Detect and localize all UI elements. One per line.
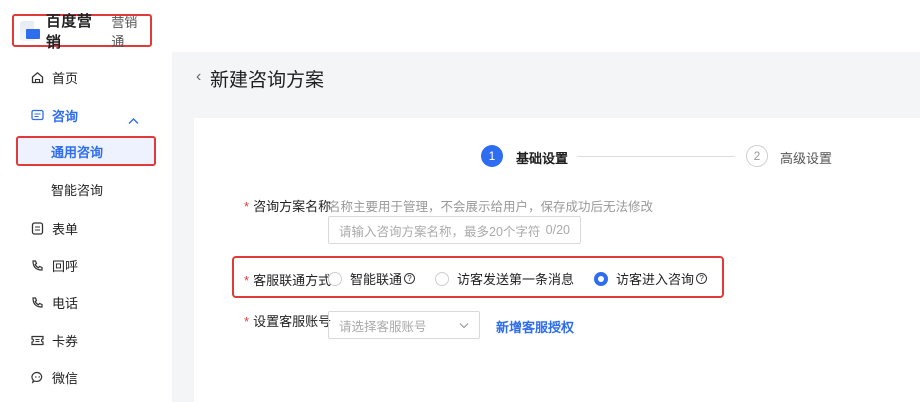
sidebar-item-label: 回呼 (52, 258, 79, 274)
sidebar-item-label: 卡券 (52, 333, 79, 349)
step-1-indicator: 1 (481, 145, 503, 167)
step-connector (577, 156, 735, 157)
radio-button[interactable] (435, 271, 450, 286)
sidebar-item-wechat[interactable]: 微信 (30, 367, 78, 387)
top-bar (172, 0, 920, 52)
logo-brand: 百度营销 (45, 12, 93, 51)
sidebar-item-coupon[interactable]: 卡券 (30, 330, 78, 350)
sidebar-item-label: 表单 (52, 221, 79, 237)
sidebar-subitem-label: 通用咨询 (51, 144, 104, 160)
help-icon[interactable]: ? (404, 273, 416, 284)
callback-icon (30, 258, 44, 272)
char-counter: 0/20 (545, 223, 570, 237)
select-placeholder: 请选择客服账号 (339, 319, 427, 334)
sidebar-subitem-label: 智能咨询 (51, 183, 104, 198)
chevron-down-icon (459, 318, 469, 332)
radio-button[interactable] (328, 271, 342, 286)
form-icon (30, 221, 44, 235)
plan-name-placeholder: 请输入咨询方案名称，最多20个字符 (339, 224, 541, 239)
chevron-up-icon[interactable] (128, 114, 139, 128)
wechat-icon (30, 370, 44, 384)
phone-icon (30, 295, 44, 309)
service-account-label: * 设置客服账号 (244, 314, 332, 329)
back-icon[interactable]: ‹ (196, 68, 201, 86)
sidebar-item-form[interactable]: 表单 (30, 218, 78, 238)
sidebar-item-label: 微信 (52, 370, 79, 386)
sidebar-item-label: 咨询 (52, 108, 79, 124)
sidebar-item-home[interactable]: 首页 (30, 67, 78, 87)
radio-enter-consult[interactable]: 访客进入咨询? (594, 269, 708, 288)
coupon-icon (30, 333, 44, 347)
help-icon[interactable]: ? (696, 273, 708, 284)
sidebar-item-label: 首页 (52, 70, 79, 86)
plan-name-label: * 咨询方案名称 (244, 199, 332, 214)
service-account-select[interactable]: 请选择客服账号 (328, 311, 480, 339)
sidebar-subitem-smart-consult[interactable]: 智能咨询 (51, 180, 103, 199)
form-card: 1 基础设置 2 高级设置 * 咨询方案名称 名称主要用于管理，不会展示给用户，保… (194, 118, 920, 402)
add-service-auth-link[interactable]: 新增客服授权 (496, 317, 574, 336)
contact-method-label: * 客服联通方式 (244, 273, 332, 288)
required-marker: * (244, 273, 250, 288)
step-1-label: 基础设置 (516, 151, 569, 166)
sidebar-item-callback[interactable]: 回呼 (30, 255, 78, 275)
chat-icon (30, 108, 44, 122)
required-marker: * (244, 314, 250, 329)
logo-product: 营销通 (111, 14, 138, 49)
required-marker: * (244, 199, 250, 214)
page-title: 新建咨询方案 (210, 70, 325, 91)
logo[interactable]: 百度营销 营销通 (12, 13, 152, 51)
step-2-indicator: 2 (746, 145, 768, 167)
step-2-label: 高级设置 (780, 151, 833, 166)
radio-button-checked[interactable] (594, 271, 609, 286)
sidebar-subitem-general-consult[interactable]: 通用咨询 (16, 136, 156, 166)
plan-name-input[interactable]: 请输入咨询方案名称，最多20个字符 0/20 (328, 216, 581, 244)
sidebar-item-phone[interactable]: 电话 (30, 292, 78, 312)
radio-smart-connect[interactable]: 智能联通? (328, 269, 416, 288)
sidebar-item-consult[interactable]: 咨询 (30, 105, 78, 125)
sidebar-item-label: 电话 (52, 295, 79, 311)
sidebar: 百度营销 营销通 首页 咨询 通用咨询 智能咨询 表单 回呼 电话 卡券 微信 (0, 0, 172, 402)
main-content: ‹ 新建咨询方案 1 基础设置 2 高级设置 * 咨询方案名称 名称主要用于管理，… (172, 0, 920, 402)
home-icon (30, 70, 44, 84)
contact-method-radio-group: 智能联通? 访客发送第一条消息 访客进入咨询? (328, 269, 727, 288)
baidu-logo-icon (20, 20, 42, 41)
radio-first-message[interactable]: 访客发送第一条消息 (435, 269, 574, 288)
plan-name-hint: 名称主要用于管理，不会展示给用户，保存成功后无法修改 (328, 200, 654, 214)
